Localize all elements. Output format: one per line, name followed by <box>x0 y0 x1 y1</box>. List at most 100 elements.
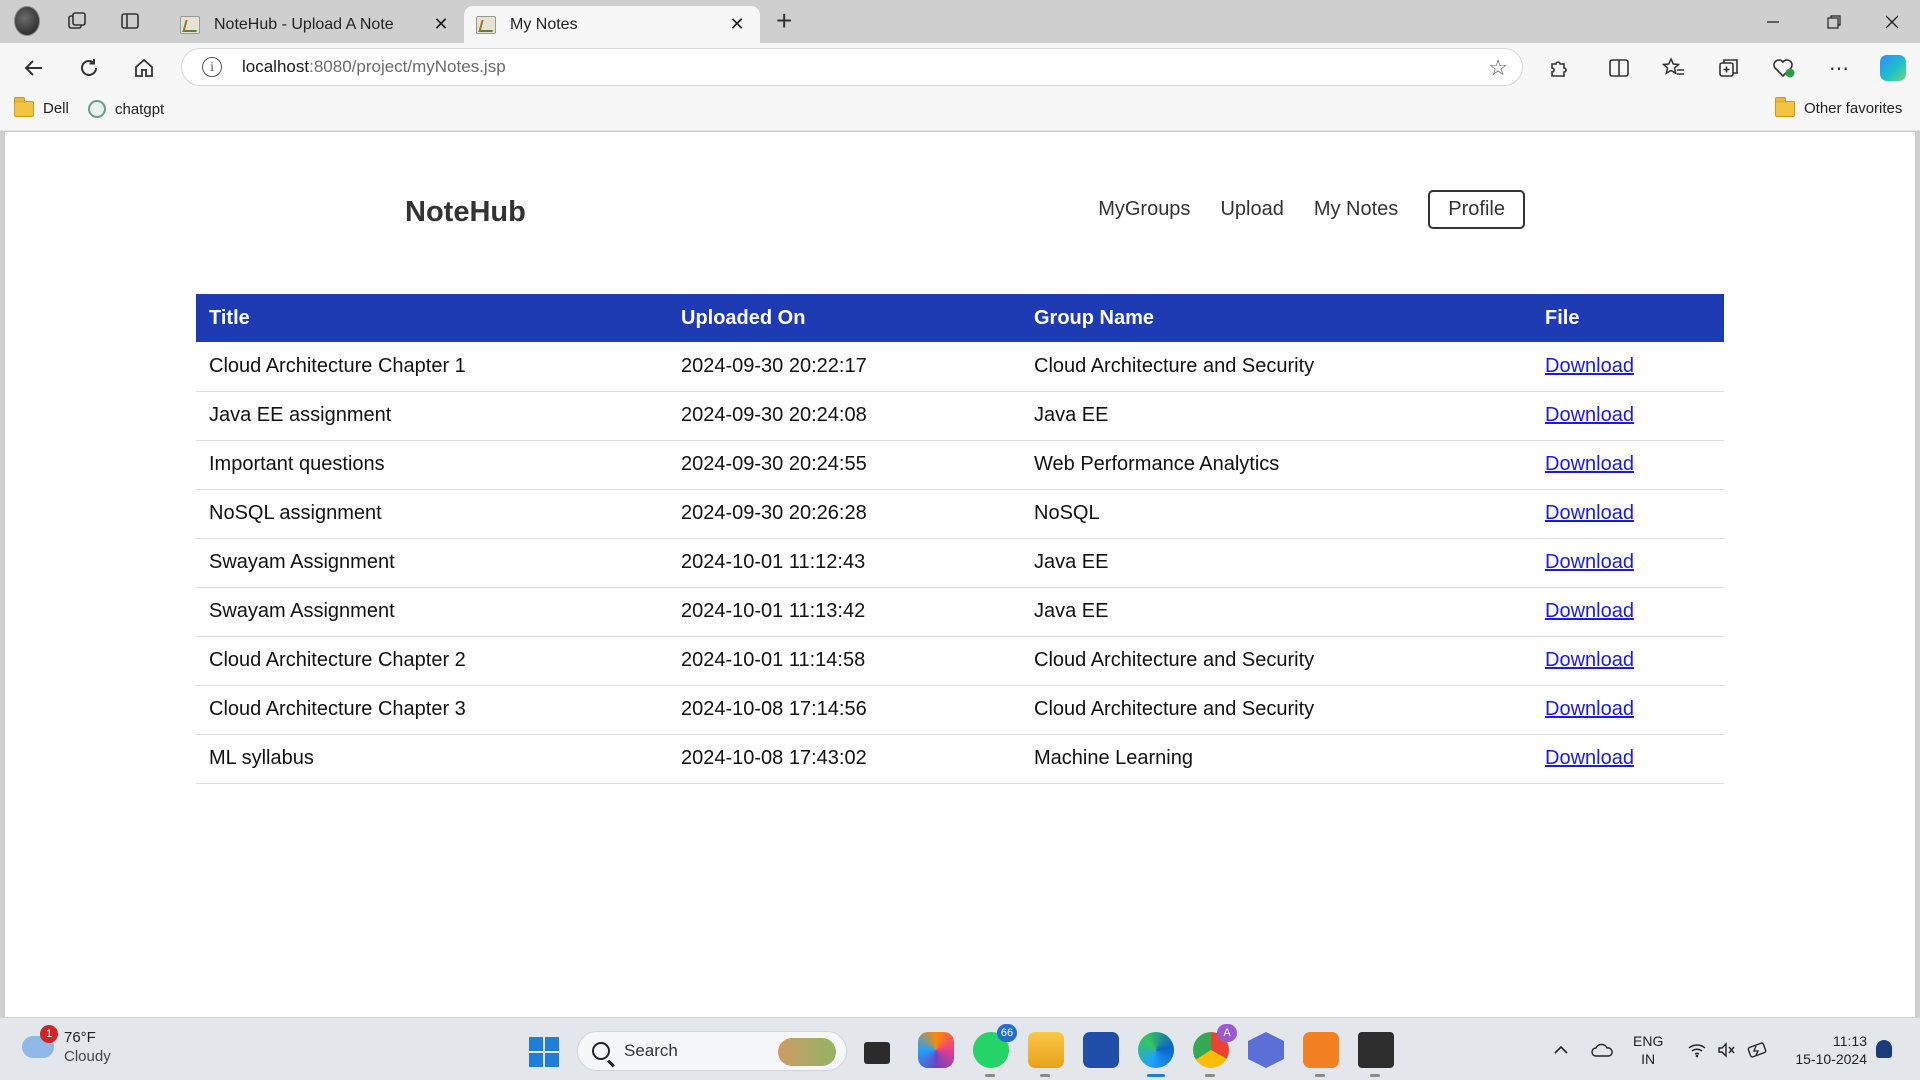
tab-upload-note[interactable]: NoteHub - Upload A Note ✕ <box>168 6 464 43</box>
note-title-cell: Cloud Architecture Chapter 1 <box>196 342 668 392</box>
collections-icon[interactable] <box>1713 52 1745 84</box>
table-row: Cloud Architecture Chapter 1 2024-09-30 2… <box>196 342 1724 392</box>
download-link[interactable]: Download <box>1545 551 1634 573</box>
profile-avatar[interactable] <box>14 6 40 36</box>
whatsapp-badge: 66 <box>997 1024 1017 1042</box>
note-title-cell: Cloud Architecture Chapter 2 <box>196 636 668 686</box>
favorite-star-icon[interactable]: ☆ <box>1488 55 1508 81</box>
favorites-icon[interactable] <box>1658 52 1690 84</box>
note-title-cell: NoSQL assignment <box>196 489 668 539</box>
browser-essentials-icon[interactable] <box>1768 52 1800 84</box>
other-favorites[interactable]: Other favorites <box>1775 96 1902 117</box>
uploaded-on-cell: 2024-09-30 20:22:17 <box>668 342 1021 392</box>
chrome-icon[interactable]: A <box>1193 1024 1237 1077</box>
clock-time: 11:13 <box>1833 1033 1867 1049</box>
download-link[interactable]: Download <box>1545 453 1634 475</box>
favorite-label: Dell <box>43 100 69 117</box>
show-hidden-icons-chevron-icon[interactable] <box>1553 1018 1569 1080</box>
xampp-icon[interactable] <box>1303 1032 1339 1077</box>
vertical-tabs-icon[interactable] <box>117 8 143 34</box>
task-view-icon[interactable] <box>864 1042 890 1064</box>
site-nav: MyGroups Upload My Notes Profile <box>1068 190 1525 229</box>
file-explorer-icon[interactable] <box>1028 1032 1064 1077</box>
table-row: Swayam Assignment 2024-10-01 11:12:43 Java… <box>196 538 1724 588</box>
wifi-icon[interactable] <box>1687 1018 1707 1080</box>
url-text[interactable]: localhost:8080/project/myNotes.jsp <box>242 57 506 77</box>
group-name-cell: Cloud Architecture and Security <box>1021 636 1532 686</box>
restore-icon[interactable] <box>1806 0 1862 43</box>
favorite-chatgpt[interactable]: chatgpt <box>88 100 164 118</box>
weather-alert-badge: 1 <box>40 1025 58 1043</box>
download-link[interactable]: Download <box>1545 355 1634 377</box>
table-row: NoSQL assignment 2024-09-30 20:26:28 NoSQL… <box>196 489 1724 539</box>
file-cell: Download <box>1532 587 1724 637</box>
download-link[interactable]: Download <box>1545 649 1634 671</box>
edge-icon[interactable] <box>1138 1032 1174 1077</box>
folder-icon <box>1775 96 1795 117</box>
tab-title: My Notes <box>510 15 578 33</box>
onedrive-icon[interactable] <box>1591 1018 1613 1080</box>
table-row: Java EE assignment 2024-09-30 20:24:08 Jav… <box>196 391 1724 441</box>
table-row: Swayam Assignment 2024-10-01 11:13:42 Java… <box>196 587 1724 637</box>
language-region: IN <box>1641 1051 1656 1067</box>
windows-start-icon[interactable] <box>529 1037 559 1067</box>
url-path: :8080/project/myNotes.jsp <box>309 57 506 76</box>
minimize-icon[interactable] <box>1745 0 1801 43</box>
split-screen-icon[interactable] <box>1603 52 1635 84</box>
volume-muted-icon[interactable] <box>1717 1018 1737 1080</box>
download-link[interactable]: Download <box>1545 502 1634 524</box>
close-window-icon[interactable] <box>1864 0 1920 43</box>
address-bar[interactable]: i localhost:8080/project/myNotes.jsp ☆ <box>181 48 1523 86</box>
copilot-app-icon[interactable] <box>918 1032 954 1068</box>
favorite-dell[interactable]: Dell <box>14 96 69 117</box>
notification-bell-icon[interactable] <box>1876 1040 1892 1058</box>
file-cell: Download <box>1532 489 1724 539</box>
browser-tab-strip: NoteHub - Upload A Note ✕ My Notes ✕ + <box>0 0 1920 43</box>
new-tab-button[interactable]: + <box>776 6 792 36</box>
file-cell: Download <box>1532 538 1724 588</box>
weather-widget[interactable]: 1 76°F Cloudy <box>22 1025 111 1066</box>
uploaded-on-cell: 2024-10-08 17:14:56 <box>668 685 1021 735</box>
tab-my-notes[interactable]: My Notes ✕ <box>464 6 760 43</box>
taskbar-clock[interactable]: 11:13 15-10-2024 <box>1785 1032 1867 1068</box>
copilot-icon[interactable] <box>1877 52 1909 84</box>
extensions-icon[interactable] <box>1542 52 1574 84</box>
download-link[interactable]: Download <box>1545 600 1634 622</box>
note-title-cell: Swayam Assignment <box>196 538 668 588</box>
note-title-cell: ML syllabus <box>196 734 668 784</box>
nav-my-groups[interactable]: MyGroups <box>1098 198 1190 221</box>
input-language[interactable]: ENG IN <box>1633 1032 1663 1068</box>
close-tab-icon[interactable]: ✕ <box>430 14 452 35</box>
workspaces-icon[interactable] <box>64 8 90 34</box>
weather-condition: Cloudy <box>64 1048 111 1065</box>
download-link[interactable]: Download <box>1545 698 1634 720</box>
taskbar-search[interactable]: Search <box>577 1031 847 1071</box>
terminal-icon[interactable] <box>1358 1032 1394 1077</box>
microsoft-store-icon[interactable] <box>1083 1032 1119 1068</box>
group-name-cell: Machine Learning <box>1021 734 1532 784</box>
table-row: Cloud Architecture Chapter 3 2024-10-08 1… <box>196 685 1724 735</box>
tab-title: NoteHub - Upload A Note <box>214 15 394 33</box>
notes-table: Title Uploaded On Group Name File Cloud … <box>196 294 1724 784</box>
site-brand[interactable]: NoteHub <box>405 196 526 229</box>
battery-charging-icon[interactable] <box>1747 1018 1769 1080</box>
file-cell: Download <box>1532 342 1724 392</box>
group-name-cell: Cloud Architecture and Security <box>1021 685 1532 735</box>
download-link[interactable]: Download <box>1545 404 1634 426</box>
home-icon[interactable] <box>128 52 160 84</box>
nav-my-notes[interactable]: My Notes <box>1314 198 1398 221</box>
nav-upload[interactable]: Upload <box>1220 198 1283 221</box>
group-name-cell: Java EE <box>1021 587 1532 637</box>
more-options-icon[interactable]: ⋯ <box>1823 52 1855 84</box>
whatsapp-icon[interactable]: 66 <box>973 1024 1017 1077</box>
file-cell: Download <box>1532 636 1724 686</box>
download-link[interactable]: Download <box>1545 747 1634 769</box>
close-tab-icon[interactable]: ✕ <box>726 14 748 35</box>
refresh-icon[interactable] <box>73 52 105 84</box>
profile-button[interactable]: Profile <box>1428 190 1525 229</box>
note-title-cell: Java EE assignment <box>196 391 668 441</box>
back-arrow-icon[interactable] <box>18 52 50 84</box>
column-header-title: Title <box>196 294 668 342</box>
dev-tool-icon[interactable] <box>1248 1032 1284 1068</box>
site-info-icon[interactable]: i <box>202 57 222 77</box>
